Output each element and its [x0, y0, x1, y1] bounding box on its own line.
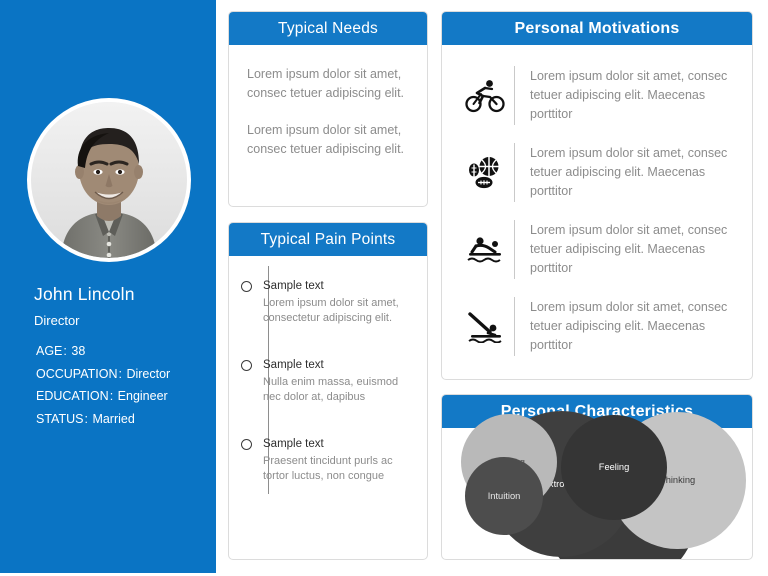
bubble-label: Intuition — [487, 490, 521, 501]
cycling-icon — [456, 79, 514, 113]
pain-point-description: Praesent tincidunt purls ac tortor luctu… — [263, 455, 393, 482]
list-item: Lorem ipsum dolor sit amet, consec tetue… — [442, 57, 752, 134]
fact-separator: : — [63, 344, 67, 358]
list-item: Sample text Nulla enim massa, euismod ne… — [241, 359, 415, 405]
fact-separator: : — [118, 366, 122, 381]
timeline-dot-icon — [241, 360, 252, 371]
typical-pain-points-body: Sample text Lorem ipsum dolor sit amet, … — [229, 256, 427, 494]
typical-needs-body: Lorem ipsum dolor sit amet, consec tetue… — [229, 45, 427, 159]
pain-point-title: Sample text — [263, 280, 324, 292]
person-name: John Lincoln — [34, 284, 135, 304]
sports-balls-icon — [456, 155, 514, 191]
fact-separator: : — [84, 411, 88, 426]
typical-needs-card: Typical Needs Lorem ipsum dolor sit amet… — [228, 11, 428, 207]
fact-row-age: AGE: 38 — [36, 344, 212, 358]
fact-value-age: 38 — [71, 344, 86, 358]
list-item: Sample text Lorem ipsum dolor sit amet, … — [241, 280, 415, 326]
water-polo-icon — [456, 235, 514, 265]
pain-point-description: Nulla enim massa, euismod nec dolor at, … — [263, 376, 399, 403]
list-item: Lorem ipsum dolor sit amet, consec tetue… — [442, 288, 752, 365]
typical-pain-points-card: Typical Pain Points Sample text Lorem ip… — [228, 222, 428, 560]
personal-characteristics-body: JudgingIntuitionExtrovertFeelingThinking… — [442, 411, 752, 559]
fact-value-education: Engineer — [117, 389, 168, 403]
personal-motivations-card: Personal Motivations Lorem ipsum dolor s… — [441, 11, 753, 380]
diving-icon — [456, 311, 514, 343]
pain-point-description: Lorem ipsum dolor sit amet, consectetur … — [263, 297, 399, 324]
bubble-feeling: Feeling — [561, 414, 667, 520]
motivation-text: Lorem ipsum dolor sit amet, consec tetue… — [530, 300, 728, 352]
pain-point-title: Sample text — [263, 438, 324, 450]
fact-value-occupation: Director — [126, 366, 171, 381]
fact-label-education: EDUCATION — [36, 389, 109, 403]
fact-label-status: STATUS — [36, 411, 84, 426]
fact-separator: : — [109, 389, 114, 403]
bubble-chart: JudgingIntuitionExtrovertFeelingThinking… — [442, 411, 752, 559]
personal-motivations-body: Lorem ipsum dolor sit amet, consec tetue… — [442, 45, 752, 365]
list-item: Sample text Praesent tincidunt purls ac … — [241, 438, 415, 484]
timeline-dot-icon — [241, 439, 252, 450]
person-role: Director — [34, 313, 80, 328]
bubble-label: Feeling — [598, 461, 630, 472]
needs-paragraph: Lorem ipsum dolor sit amet, consec tetue… — [247, 123, 405, 156]
person-photo-icon — [31, 102, 187, 258]
motivation-text: Lorem ipsum dolor sit amet, consec tetue… — [530, 146, 728, 198]
fact-label-occupation: OCCUPATION — [36, 366, 118, 381]
needs-paragraph: Lorem ipsum dolor sit amet, consec tetue… — [247, 67, 405, 100]
motivation-text: Lorem ipsum dolor sit amet, consec tetue… — [530, 223, 728, 275]
pain-points-timeline: Sample text Lorem ipsum dolor sit amet, … — [229, 280, 427, 484]
avatar — [31, 102, 187, 258]
pain-point-title: Sample text — [263, 359, 324, 371]
fact-row-education: EDUCATION: Engineer — [36, 389, 212, 403]
personal-motivations-title: Personal Motivations — [442, 12, 752, 45]
fact-label-age: AGE — [36, 344, 63, 358]
typical-needs-title: Typical Needs — [229, 12, 427, 45]
timeline-dot-icon — [241, 281, 252, 292]
fact-value-status: Married — [92, 411, 135, 426]
list-item: Lorem ipsum dolor sit amet, consec tetue… — [442, 211, 752, 288]
typical-pain-points-title: Typical Pain Points — [229, 223, 427, 256]
profile-facts: AGE: 38 OCCUPATION: Director EDUCATION: … — [36, 344, 212, 434]
avatar-frame — [27, 98, 191, 262]
list-item: Lorem ipsum dolor sit amet, consec tetue… — [442, 134, 752, 211]
fact-row-occupation: OCCUPATION: Director — [36, 367, 212, 381]
bubble-intuition: Intuition — [465, 457, 543, 535]
motivation-text: Lorem ipsum dolor sit amet, consec tetue… — [530, 69, 728, 121]
profile-sidebar: John Lincoln Director AGE: 38 OCCUPATION… — [0, 0, 216, 573]
fact-row-status: STATUS: Married — [36, 412, 212, 426]
personal-characteristics-card: Personal Characteristics JudgingIntuitio… — [441, 394, 753, 560]
